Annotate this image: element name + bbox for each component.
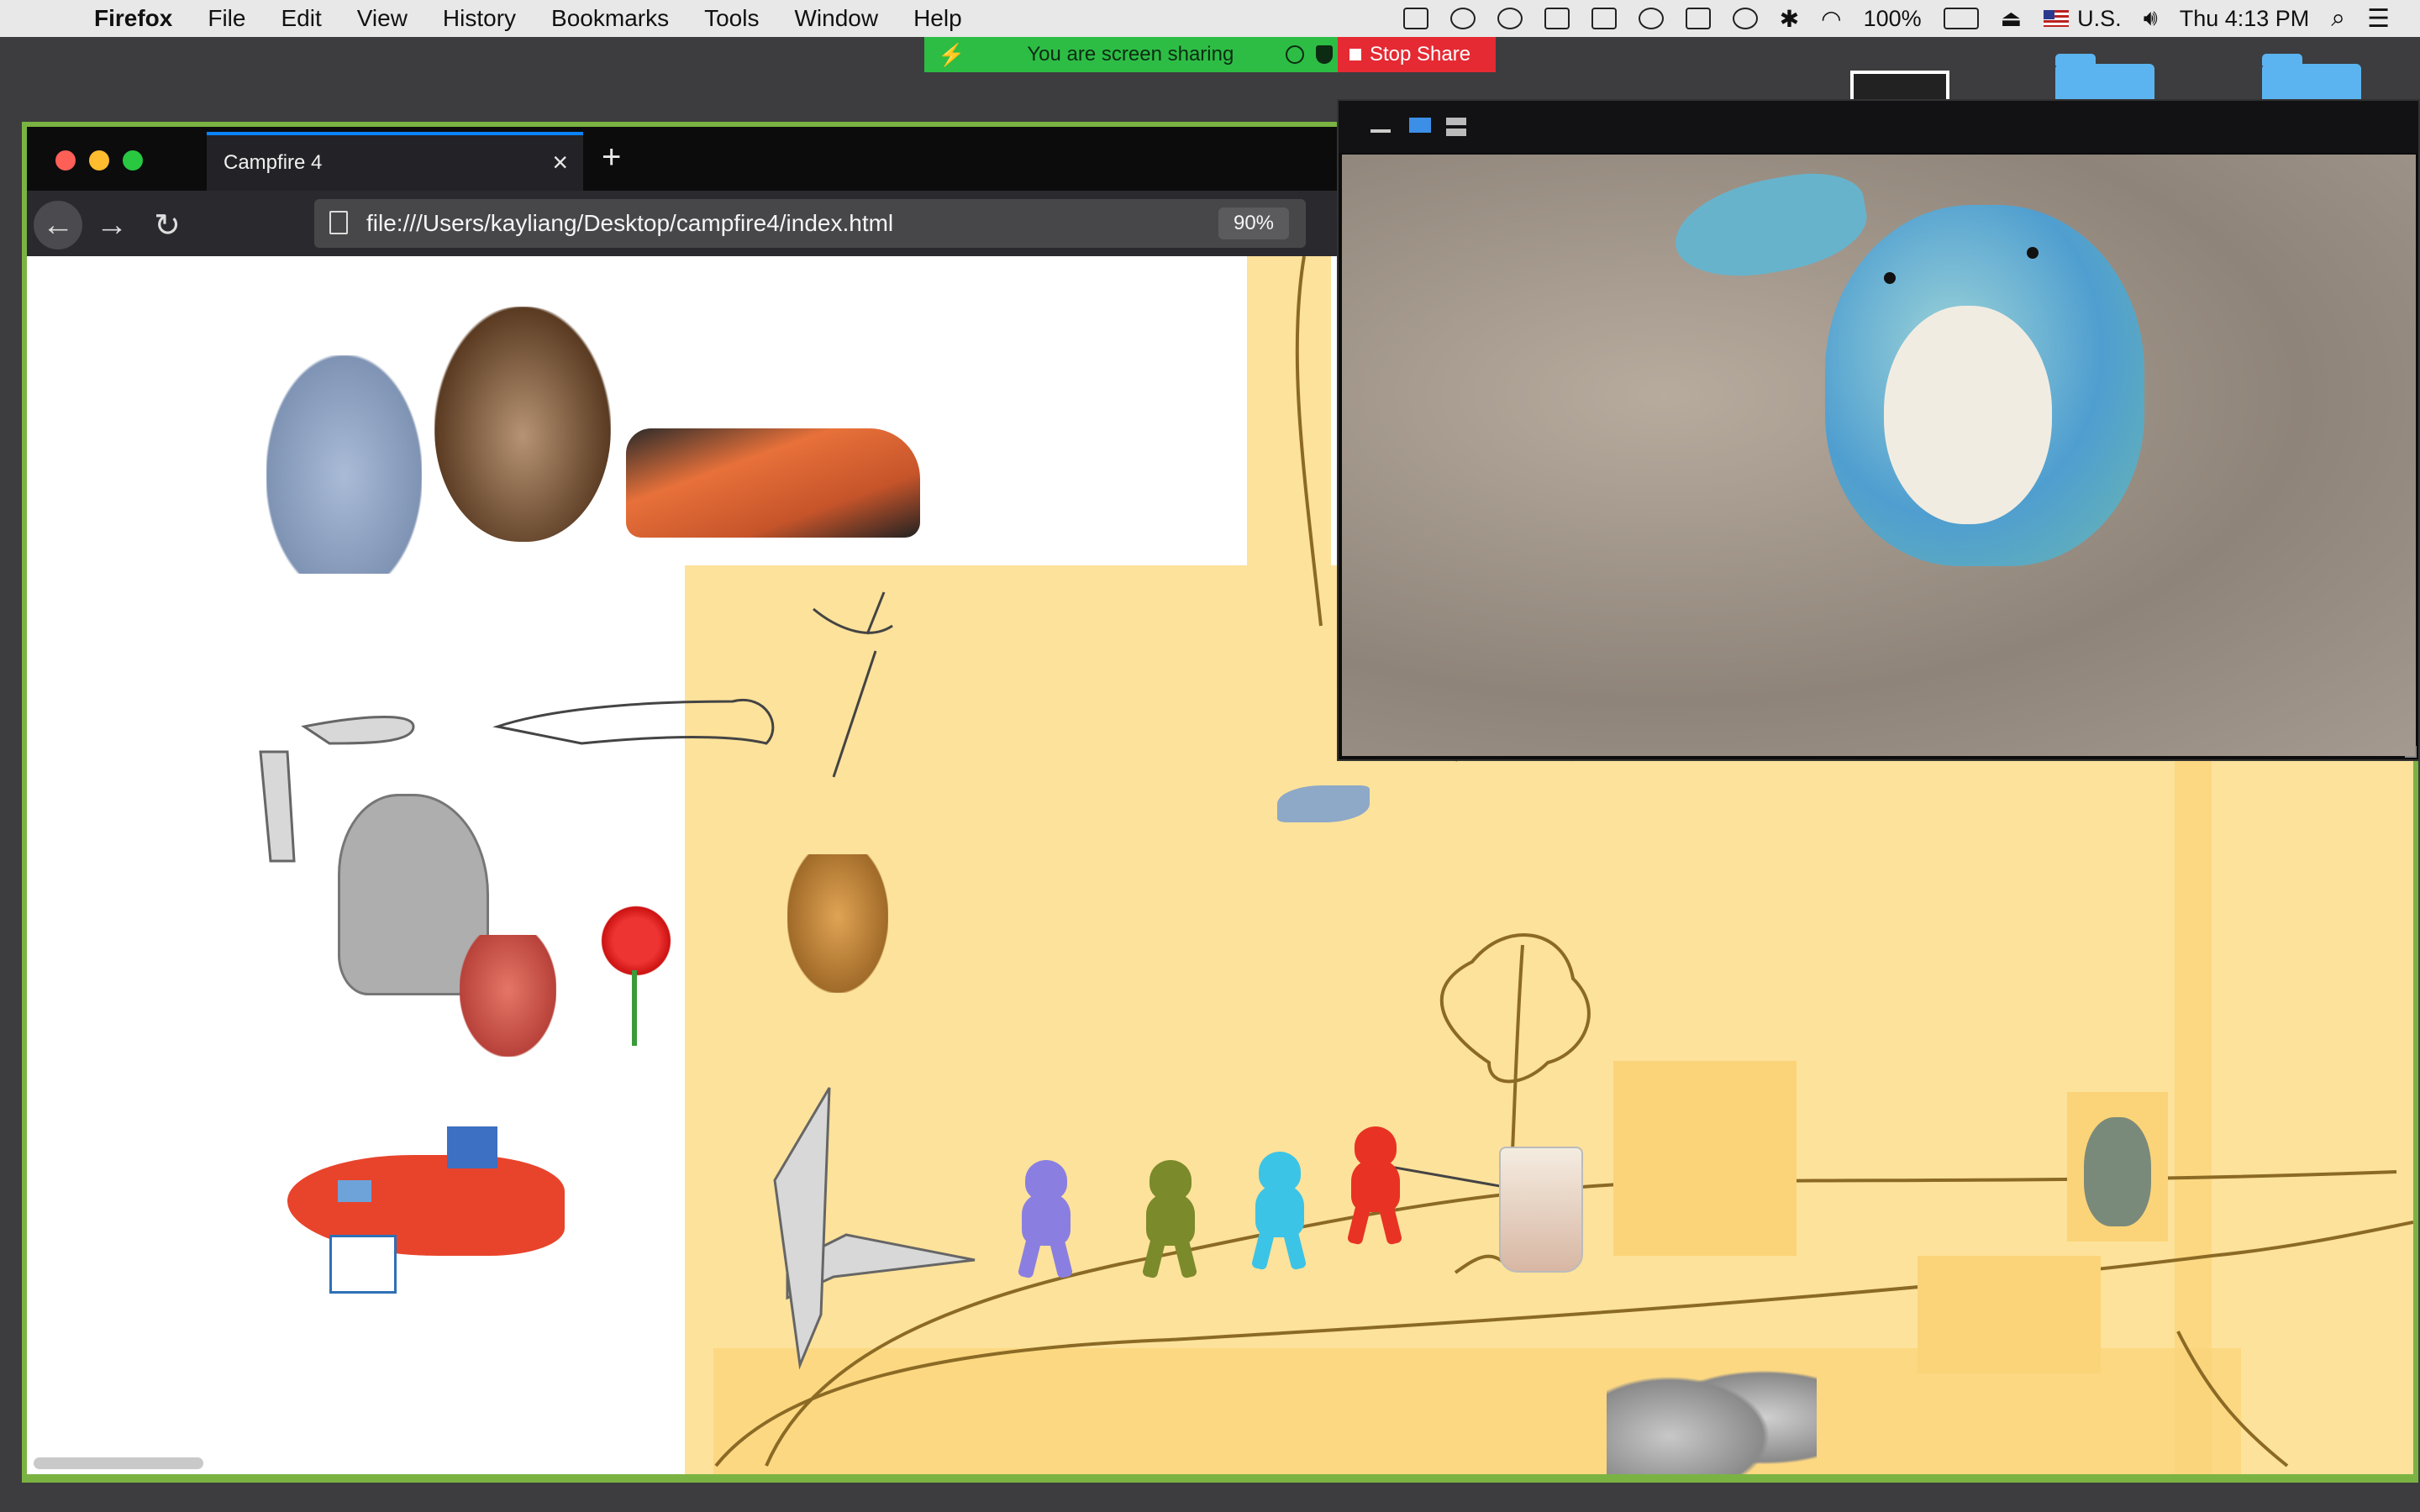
video-window[interactable] <box>1337 99 2420 761</box>
forward-button[interactable]: → <box>87 201 136 249</box>
hedgehog-plush[interactable] <box>434 307 611 542</box>
menu-edit[interactable]: Edit <box>281 5 321 32</box>
time-machine-icon[interactable] <box>1732 8 1758 29</box>
speaker-view-icon[interactable] <box>1409 118 1431 133</box>
menu-bar: Firefox File Edit View History Bookmarks… <box>0 0 2420 37</box>
desktop-folder-icon[interactable] <box>2055 54 2154 99</box>
battery-icon[interactable] <box>1943 8 1979 29</box>
menu-window[interactable]: Window <box>794 5 878 32</box>
creative-cloud-icon[interactable] <box>1449 8 1476 29</box>
green-monster[interactable] <box>1134 1155 1207 1281</box>
menu-view[interactable]: View <box>357 5 408 32</box>
reload-button[interactable]: ↻ <box>143 201 192 249</box>
robot-stick-figure[interactable] <box>1613 1061 1797 1256</box>
clock[interactable]: Thu 4:13 PM <box>2180 6 2310 32</box>
menu-tools[interactable]: Tools <box>704 5 759 32</box>
flag-icon <box>2044 10 2070 27</box>
menu-file[interactable]: File <box>208 5 245 32</box>
tab-campfire[interactable]: Campfire 4 × <box>207 132 583 191</box>
display-icon[interactable] <box>1544 8 1570 29</box>
red-flower-drawing[interactable] <box>586 903 695 1054</box>
window-tool-icon[interactable] <box>1591 8 1617 29</box>
battery-percent: 100% <box>1863 5 1922 31</box>
zoom-window-button[interactable] <box>123 150 143 171</box>
menu-help[interactable]: Help <box>913 5 962 32</box>
red-monster[interactable] <box>1339 1121 1412 1247</box>
menu-history[interactable]: History <box>443 5 516 32</box>
app-menu[interactable]: Firefox <box>94 5 172 32</box>
helmets[interactable] <box>1607 1348 1817 1474</box>
sharing-status-text: You are screen sharing <box>1027 43 1234 66</box>
drag-handle-icon[interactable]: ⚡ <box>938 42 965 68</box>
do-not-disturb-icon[interactable] <box>1638 8 1664 29</box>
minimize-video-icon[interactable] <box>1370 129 1391 133</box>
resize-handle-icon[interactable] <box>2405 746 2417 758</box>
desktop-photo-icon[interactable] <box>1850 71 1949 99</box>
screen-share-bar: ⚡ You are screen sharing Stop Share <box>924 37 1496 72</box>
sharing-status[interactable]: ⚡ You are screen sharing <box>924 37 1338 72</box>
red-panda-figure[interactable] <box>460 935 556 1057</box>
gallery-view-icon[interactable] <box>1446 118 1466 136</box>
desktop-folder-icon[interactable] <box>2262 54 2361 99</box>
input-source[interactable]: U.S. <box>2077 6 2122 32</box>
page-icon <box>329 211 348 234</box>
minimize-window-button[interactable] <box>89 150 109 171</box>
leopard-plush[interactable] <box>787 854 888 993</box>
coffee-cup[interactable] <box>1499 1147 1583 1273</box>
notification-center-icon[interactable]: ☰ <box>2367 4 2390 34</box>
red-helicopter-drawing[interactable] <box>279 1096 565 1298</box>
close-tab-icon[interactable]: × <box>552 147 568 178</box>
tab-title: Campfire 4 <box>224 151 323 174</box>
wifi-icon[interactable]: ◠ <box>1821 5 1841 33</box>
camera-status-icon[interactable] <box>1402 8 1428 29</box>
close-window-button[interactable] <box>55 150 76 171</box>
totoro-figure[interactable] <box>2067 1092 2168 1242</box>
dog-drawing[interactable] <box>1918 1256 2101 1373</box>
shield-icon[interactable] <box>1316 45 1334 64</box>
bluetooth-icon[interactable]: ✱ <box>1780 5 1799 33</box>
zoom-indicator[interactable]: 90% <box>1218 207 1289 239</box>
url-bar[interactable]: file:///Users/kayliang/Desktop/campfire4… <box>314 199 1306 248</box>
plush-toy <box>1667 163 2157 642</box>
stop-icon <box>1349 49 1361 60</box>
orange-lego-car[interactable] <box>626 428 920 538</box>
spotlight-icon[interactable]: ⌕ <box>2331 4 2345 33</box>
stop-share-button[interactable]: Stop Share <box>1338 37 1496 72</box>
volume-icon[interactable]: 🔊︎ <box>2144 5 2158 32</box>
stop-share-label: Stop Share <box>1370 43 1471 66</box>
url-text: file:///Users/kayliang/Desktop/campfire4… <box>366 210 894 236</box>
unicorn-plush[interactable] <box>266 355 422 574</box>
video-feed <box>1342 155 2416 756</box>
screenshare-status-icon[interactable] <box>1497 8 1523 29</box>
new-tab-button[interactable]: + <box>602 139 621 176</box>
horizontal-scrollbar[interactable] <box>34 1457 203 1469</box>
airplay-icon[interactable] <box>1685 8 1711 29</box>
eject-icon[interactable]: ⏏ <box>2001 6 2023 32</box>
bird[interactable] <box>1277 785 1370 822</box>
back-button[interactable]: ← <box>34 201 82 249</box>
purple-monster[interactable] <box>1010 1155 1082 1281</box>
canvas-toolbar <box>27 1470 2413 1474</box>
cyan-monster[interactable] <box>1244 1147 1316 1273</box>
menu-bookmarks[interactable]: Bookmarks <box>551 5 669 32</box>
pause-icon[interactable] <box>1286 45 1305 64</box>
video-window-titlebar[interactable] <box>1339 101 2418 153</box>
